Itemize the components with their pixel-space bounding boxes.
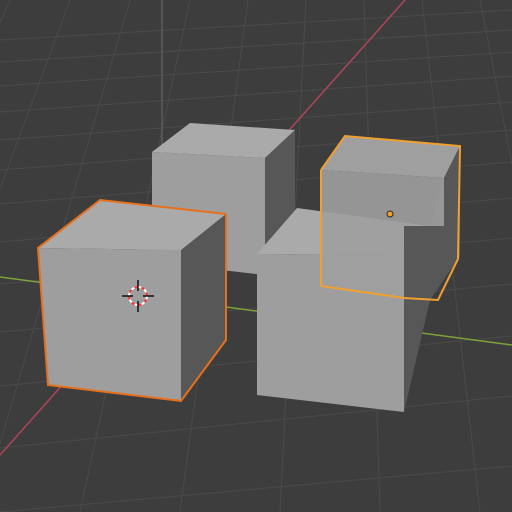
object-origin-icon [386, 210, 394, 218]
cube-right[interactable] [320, 134, 462, 302]
cube-left[interactable] [36, 198, 227, 403]
3d-viewport[interactable] [0, 0, 512, 512]
